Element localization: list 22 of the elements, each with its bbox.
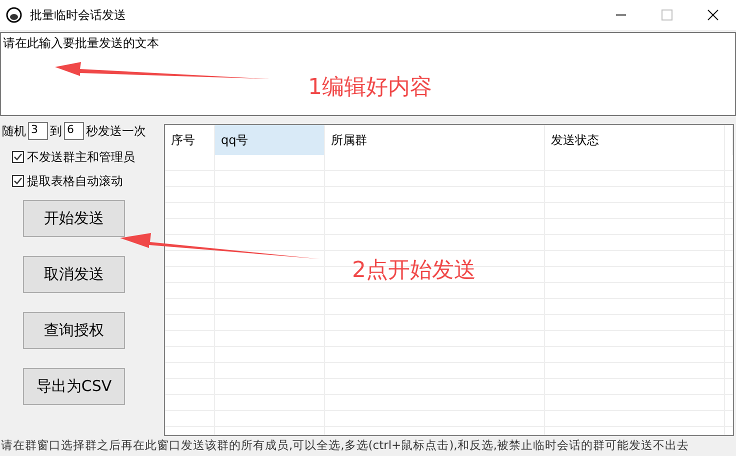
- window-title: 批量临时会话发送: [30, 6, 127, 24]
- app-icon: [6, 7, 22, 23]
- column-header[interactable]: 发送状态: [545, 125, 725, 155]
- action-button[interactable]: 取消发送: [23, 256, 125, 293]
- column-header[interactable]: qq号: [215, 125, 325, 155]
- annotation-text: 1编辑好内容: [308, 74, 432, 102]
- interval-label: 秒发送一次: [86, 122, 146, 140]
- checkbox-label: 不发送群主和管理员: [27, 148, 135, 166]
- interval-label: 到: [50, 122, 62, 140]
- help-text: 请在群窗口选择群之后再在此窗口发送该群的所有成员,可以全选,多选(ctrl+鼠标点击),和反选,被禁止临时会话的群可能发送不出去: [0, 437, 690, 453]
- min-seconds-field[interactable]: 3: [28, 122, 48, 140]
- close-icon[interactable]: [707, 9, 719, 21]
- action-button[interactable]: 查询授权: [23, 312, 125, 349]
- interval-label: 随机: [2, 122, 26, 140]
- annotation-text: 2点开始发送: [352, 257, 476, 285]
- column-header[interactable]: 所属群: [325, 125, 545, 155]
- checkbox[interactable]: [12, 175, 24, 187]
- max-seconds-field[interactable]: 6: [64, 122, 84, 140]
- checkbox[interactable]: [12, 151, 24, 163]
- action-button[interactable]: 开始发送: [23, 200, 125, 237]
- checkbox-label: 提取表格自动滚动: [27, 172, 123, 190]
- action-button[interactable]: 导出为CSV: [23, 368, 125, 405]
